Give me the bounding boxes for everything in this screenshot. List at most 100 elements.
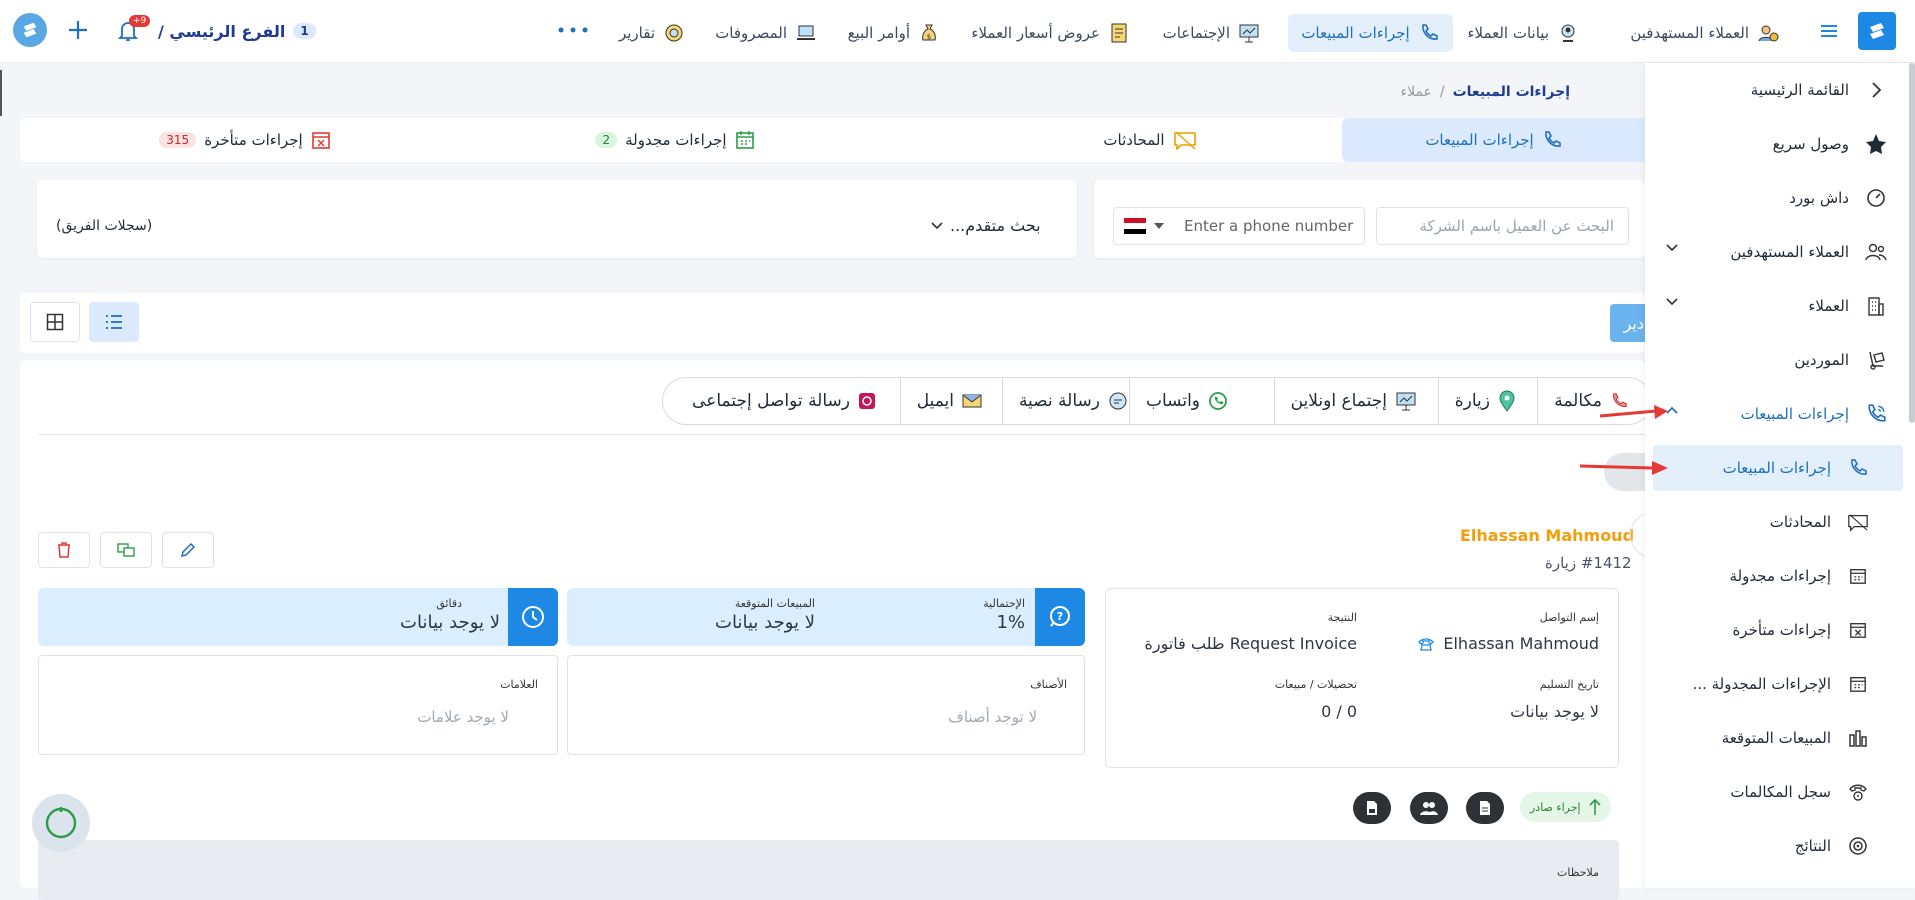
sidebar-item-call-log[interactable]: سجل المكالمات: [1653, 769, 1903, 815]
chips-divider: [38, 434, 1645, 435]
result-value: Request Invoice طلب فاتورة: [1144, 634, 1357, 653]
sidebar-item-dashboard[interactable]: داش بورد: [1653, 175, 1903, 221]
tab-late-actions[interactable]: إجراءات متأخرة 315: [140, 118, 350, 162]
svg-text:$: $: [927, 33, 931, 41]
hamburger-menu-icon[interactable]: [1818, 20, 1840, 42]
topnav-target-customers[interactable]: العملاء المستهدفين: [1622, 14, 1787, 52]
sidebar-item-quick-access[interactable]: وصول سريع: [1653, 121, 1903, 167]
sidebar-scrollbar[interactable]: [1909, 63, 1915, 423]
sidebar-item-label: إجراءات مجدولة: [1729, 567, 1831, 585]
record-number: #1412 زيارة: [1545, 554, 1632, 572]
advanced-search-toggle[interactable]: بحث متقدم...: [930, 216, 1041, 235]
company-search-input[interactable]: البحث عن العميل باسم الشركة: [1376, 207, 1629, 245]
topnav-label: العملاء المستهدفين: [1630, 24, 1749, 42]
channel-label: واتساب: [1145, 391, 1200, 411]
phone-icon: [1845, 458, 1871, 478]
email-icon: [962, 393, 982, 409]
sidebar-item-sales-actions[interactable]: إجراءات المبيعات: [1653, 445, 1903, 491]
channel-online-meeting[interactable]: إجتماع اونلاين: [1273, 377, 1433, 425]
tags-label: العلامات: [500, 678, 538, 691]
export-button[interactable]: دير: [1610, 304, 1648, 342]
probability-icon-tile: ?: [1035, 588, 1085, 646]
channel-sms[interactable]: رسالة نصية: [1001, 377, 1144, 425]
notifications-bell[interactable]: +9: [116, 15, 151, 44]
app-logo[interactable]: [1858, 12, 1896, 50]
more-menu-icon[interactable]: [556, 25, 590, 35]
branch-selector[interactable]: 1 الفرع الرئيسي /: [158, 18, 316, 44]
company-search-placeholder: البحث عن العميل باسم الشركة: [1419, 217, 1614, 235]
breadcrumb-current: إجراءات المبيعات: [1452, 84, 1570, 100]
participants-button[interactable]: [1410, 792, 1448, 824]
phone-icon: [1863, 403, 1889, 425]
sidebar-item-sales-actions-group[interactable]: إجراءات المبيعات: [1653, 391, 1903, 437]
chevron-down-icon[interactable]: [1665, 243, 1679, 253]
list-view-button[interactable]: [89, 302, 139, 342]
laptop-icon: [795, 22, 817, 44]
sidebar-item-label: الموردين: [1794, 351, 1849, 369]
record-customer-name[interactable]: Elhassan Mahmoud: [1460, 526, 1634, 545]
topnav-label: الإجتماعات: [1162, 24, 1230, 42]
document-button[interactable]: [1466, 792, 1504, 824]
users-icon: [1420, 800, 1438, 816]
sidebar-item-label: إجراءات المبيعات: [1722, 459, 1831, 477]
phone-placeholder: Enter a phone number: [1184, 217, 1354, 235]
social-message-icon: [858, 392, 876, 410]
view-toolbar: [20, 293, 1645, 353]
convert-button[interactable]: [100, 532, 152, 568]
topnav-meetings[interactable]: الإجتماعات: [1155, 14, 1268, 52]
topnav-label: أوامر البيع: [847, 24, 910, 42]
annotation-arrow-2: [1578, 458, 1670, 478]
lock-document-icon: [1365, 800, 1379, 816]
channel-email[interactable]: ايميل: [899, 377, 998, 425]
topnav-sales-actions[interactable]: إجراءات المبيعات: [1288, 14, 1453, 52]
delete-button[interactable]: [38, 532, 90, 568]
spinner-icon: [44, 806, 78, 840]
topnav-expenses[interactable]: المصروفات: [707, 14, 825, 52]
grid-view-button[interactable]: [30, 302, 80, 342]
channel-label: رسالة تواصل إجتماعى: [692, 391, 850, 411]
presentation-icon: [1395, 390, 1417, 412]
tab-label: المحادثات: [1103, 131, 1165, 149]
channel-visit[interactable]: زيارة: [1437, 377, 1532, 425]
sidebar-item-label: المبيعات المتوقعة: [1721, 729, 1831, 747]
tab-conversations[interactable]: المحادثات: [1000, 118, 1300, 162]
expected-sales-value: لا يوجد بيانات: [715, 612, 815, 633]
probability-label: الإحتمالية: [983, 597, 1025, 610]
sidebar-item-results[interactable]: النتائج: [1653, 823, 1903, 869]
speedometer-icon: [1863, 188, 1889, 208]
sidebar-item-scheduled-actions[interactable]: إجراءات مجدولة: [1653, 553, 1903, 599]
sidebar-item-conversations[interactable]: المحادثات: [1653, 499, 1903, 545]
topnav-reports[interactable]: تقارير: [611, 14, 693, 52]
collections-value: 0 / 0: [1321, 702, 1357, 721]
topnav-quotes[interactable]: عروض أسعار العملاء: [963, 14, 1138, 52]
tags-box: [38, 655, 558, 755]
document-icon: [1478, 800, 1492, 816]
sidebar-item-main-menu[interactable]: القائمة الرئيسية: [1653, 67, 1903, 113]
sidebar-item-suppliers[interactable]: الموردين: [1653, 337, 1903, 383]
tab-sales-actions[interactable]: إجراءات المبيعات: [1342, 118, 1645, 162]
edit-button[interactable]: [162, 532, 214, 568]
grid-icon: [46, 313, 64, 331]
sidebar-item-late-actions[interactable]: إجراءات متأخرة: [1653, 607, 1903, 653]
add-new-button[interactable]: [66, 18, 90, 42]
phone-number-input[interactable]: Enter a phone number: [1113, 207, 1365, 245]
chevron-down-icon[interactable]: [1665, 297, 1679, 307]
tab-scheduled-actions[interactable]: إجراءات مجدولة 2: [560, 118, 790, 162]
sidebar-item-target-customers[interactable]: العملاء المستهدفين: [1653, 229, 1903, 275]
channel-social-message[interactable]: رسالة تواصل إجتماعى: [676, 377, 892, 425]
topnav-sales-orders[interactable]: $ أوامر البيع: [840, 14, 948, 52]
breadcrumb-parent[interactable]: عملاء: [1400, 84, 1431, 100]
country-dropdown-icon[interactable]: [1154, 223, 1164, 229]
sidebar-item-customers[interactable]: العملاء: [1653, 283, 1903, 329]
egypt-flag-icon[interactable]: [1124, 218, 1146, 234]
team-records-label[interactable]: (سجلات الفريق): [56, 218, 152, 234]
user-avatar[interactable]: [13, 13, 47, 47]
delivery-date-value: لا يوجد بيانات: [1510, 702, 1599, 721]
topnav-customer-data[interactable]: بيانات العملاء: [1459, 14, 1587, 52]
sidebar-item-scheduled-procedures[interactable]: الإجراءات المجدولة ...: [1653, 661, 1903, 707]
sidebar-item-expected-sales[interactable]: المبيعات المتوقعة: [1653, 715, 1903, 761]
loading-widget[interactable]: [32, 794, 90, 852]
channel-whatsapp[interactable]: واتساب: [1128, 377, 1244, 425]
locked-document-button[interactable]: [1353, 792, 1391, 824]
conversation-icon: [1845, 512, 1871, 532]
